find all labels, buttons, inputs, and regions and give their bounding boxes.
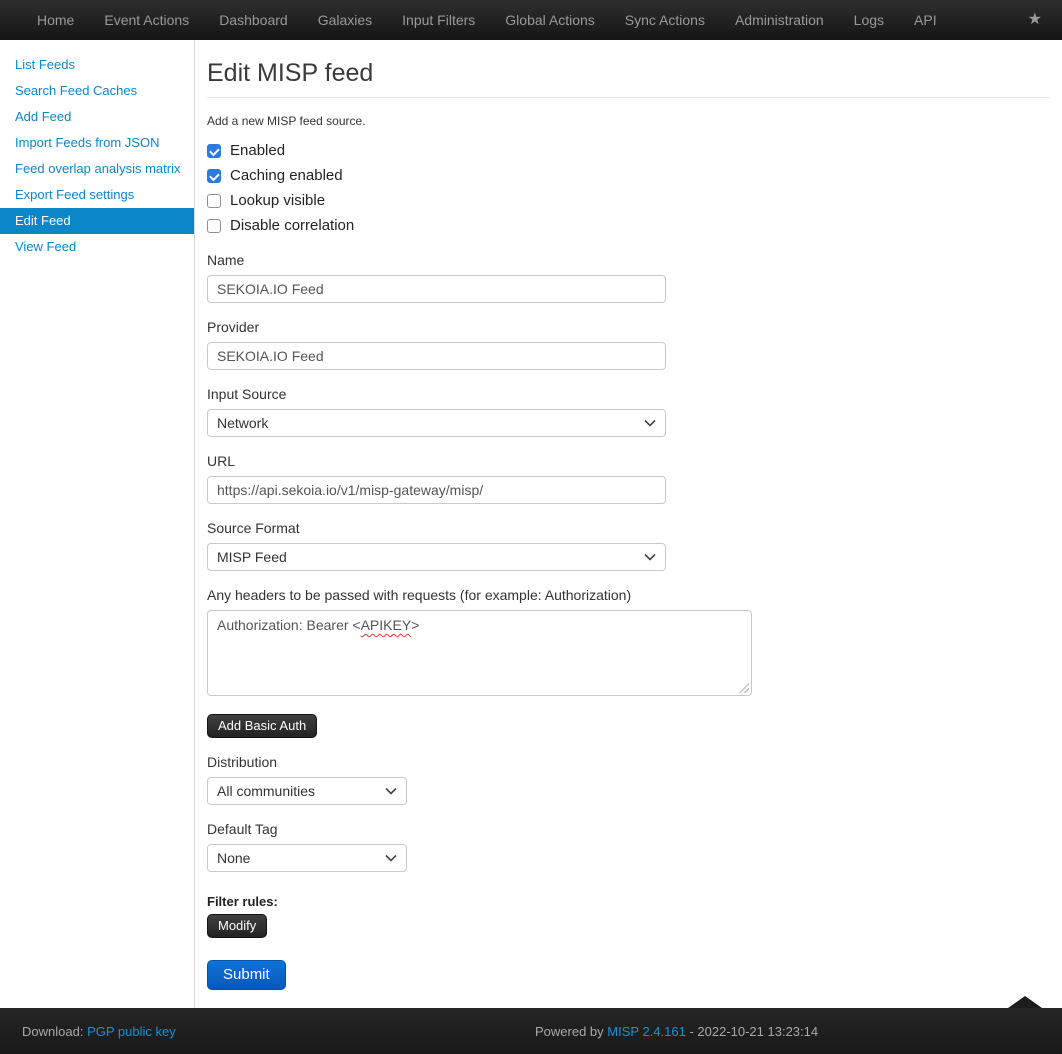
intro-text: Add a new MISP feed source. [207,114,1050,128]
filter-rules-label: Filter rules: [207,894,1050,909]
sidebar-item-edit-feed[interactable]: Edit Feed [0,208,194,234]
lookup-visible-checkbox-label: Lookup visible [230,192,325,209]
input-source-select[interactable]: Network [207,409,666,437]
powered-by-label: Powered by [535,1024,604,1039]
title-divider [207,97,1050,98]
enabled-checkbox[interactable] [207,144,221,158]
nav-item-home[interactable]: Home [22,0,89,40]
url-label: URL [207,453,1050,469]
scroll-to-top-icon[interactable] [1008,996,1042,1008]
checkbox-row-lookup-visible: Lookup visible [207,188,1050,213]
headers-text-apikey: APIKEY [361,617,412,633]
chevron-down-icon [385,787,397,795]
sidebar-item-search-feed-caches[interactable]: Search Feed Caches [0,78,194,104]
disable-correlation-checkbox[interactable] [207,219,221,233]
footer-download: Download: PGP public key [0,1024,176,1039]
nav-item-event-actions[interactable]: Event Actions [89,0,204,40]
source-format-selected-value: MISP Feed [217,549,287,565]
lookup-visible-checkbox[interactable] [207,194,221,208]
source-format-select[interactable]: MISP Feed [207,543,666,571]
nav-item-api[interactable]: API [899,0,952,40]
caching-enabled-checkbox[interactable] [207,169,221,183]
nav-item-logs[interactable]: Logs [839,0,899,40]
build-timestamp: - 2022-10-21 13:23:14 [689,1024,818,1039]
name-label: Name [207,252,1050,268]
distribution-selected-value: All communities [217,783,315,799]
sidebar-item-list-feeds[interactable]: List Feeds [0,52,194,78]
content-area: List Feeds Search Feed Caches Add Feed I… [0,40,1062,1008]
sidebar: List Feeds Search Feed Caches Add Feed I… [0,40,195,1008]
checkbox-row-caching-enabled: Caching enabled [207,163,1050,188]
headers-label: Any headers to be passed with requests (… [207,587,1050,603]
headers-text-prefix: Authorization: Bearer < [217,617,361,633]
sidebar-item-view-feed[interactable]: View Feed [0,234,194,260]
headers-textarea[interactable]: Authorization: Bearer <APIKEY> [207,610,752,696]
distribution-select[interactable]: All communities [207,777,407,805]
chevron-down-icon [644,553,656,561]
download-label: Download: [22,1024,83,1039]
nav-item-input-filters[interactable]: Input Filters [387,0,490,40]
headers-text-suffix: > [411,617,419,633]
sidebar-item-add-feed[interactable]: Add Feed [0,104,194,130]
name-input[interactable] [207,275,666,303]
chevron-down-icon [644,419,656,427]
disable-correlation-checkbox-label: Disable correlation [230,217,354,234]
resize-handle-icon[interactable] [739,683,749,693]
sidebar-item-export-feed-settings[interactable]: Export Feed settings [0,182,194,208]
distribution-label: Distribution [207,754,1050,770]
footer-powered-by: Powered by MISP 2.4.161 - 2022-10-21 13:… [535,1024,818,1039]
sidebar-item-feed-overlap-analysis-matrix[interactable]: Feed overlap analysis matrix [0,156,194,182]
url-input[interactable] [207,476,666,504]
source-format-label: Source Format [207,520,1050,536]
nav-item-global-actions[interactable]: Global Actions [490,0,610,40]
provider-input[interactable] [207,342,666,370]
default-tag-selected-value: None [217,850,250,866]
nav-item-dashboard[interactable]: Dashboard [204,0,303,40]
input-source-selected-value: Network [217,415,268,431]
caching-enabled-checkbox-label: Caching enabled [230,167,343,184]
input-source-label: Input Source [207,386,1050,402]
checkbox-row-enabled: Enabled [207,138,1050,163]
top-navbar: Home Event Actions Dashboard Galaxies In… [0,0,1062,40]
enabled-checkbox-label: Enabled [230,142,285,159]
nav-item-sync-actions[interactable]: Sync Actions [610,0,720,40]
checkbox-row-disable-correlation: Disable correlation [207,213,1050,238]
sidebar-item-import-feeds-from-json[interactable]: Import Feeds from JSON [0,130,194,156]
default-tag-select[interactable]: None [207,844,407,872]
page-title: Edit MISP feed [207,58,1050,88]
footer: Download: PGP public key Powered by MISP… [0,1008,1062,1054]
provider-label: Provider [207,319,1050,335]
nav-item-galaxies[interactable]: Galaxies [303,0,387,40]
submit-button[interactable]: Submit [207,960,286,990]
nav-item-administration[interactable]: Administration [720,0,839,40]
pgp-public-key-link[interactable]: PGP public key [87,1024,176,1039]
default-tag-label: Default Tag [207,821,1050,837]
star-icon[interactable]: ★ [1028,0,1042,40]
main-panel: Edit MISP feed Add a new MISP feed sourc… [195,40,1062,1008]
chevron-down-icon [385,854,397,862]
misp-version-link[interactable]: MISP 2.4.161 [607,1024,686,1039]
modify-button[interactable]: Modify [207,914,267,938]
add-basic-auth-button[interactable]: Add Basic Auth [207,714,317,738]
